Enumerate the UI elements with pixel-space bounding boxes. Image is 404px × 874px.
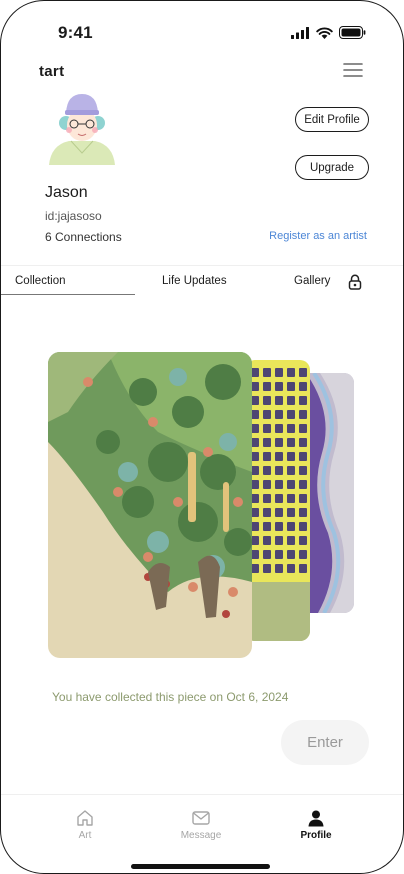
hamburger-menu-icon[interactable] bbox=[343, 62, 363, 78]
upgrade-button[interactable]: Upgrade bbox=[295, 155, 369, 180]
register-artist-link[interactable]: Register as an artist bbox=[269, 230, 367, 242]
artwork-card-garden[interactable] bbox=[48, 352, 252, 658]
home-indicator[interactable] bbox=[131, 864, 270, 869]
tab-collection[interactable]: Collection bbox=[15, 275, 66, 287]
collected-date-note: You have collected this piece on Oct 6, … bbox=[52, 690, 289, 704]
status-icons bbox=[291, 26, 366, 39]
nav-message[interactable]: Message bbox=[166, 809, 236, 841]
nav-profile[interactable]: Profile bbox=[281, 809, 351, 841]
person-icon bbox=[308, 810, 324, 827]
brand-logo: tart bbox=[39, 63, 65, 80]
mail-icon bbox=[192, 811, 210, 825]
tab-active-indicator bbox=[1, 294, 135, 295]
nav-message-label: Message bbox=[180, 830, 222, 841]
status-time: 9:41 bbox=[58, 23, 93, 42]
yellow-grid-painting bbox=[245, 360, 310, 641]
connections-count[interactable]: 6 Connections bbox=[45, 230, 122, 244]
profile-user-id: id:jajasoso bbox=[45, 209, 102, 223]
nav-profile-label: Profile bbox=[300, 830, 332, 841]
edit-profile-button[interactable]: Edit Profile bbox=[295, 107, 369, 132]
lock-icon[interactable] bbox=[347, 274, 363, 290]
enter-button[interactable]: Enter bbox=[281, 720, 369, 765]
garden-painting bbox=[48, 352, 252, 658]
tab-gallery[interactable]: Gallery bbox=[294, 275, 330, 287]
nav-art-label: Art bbox=[78, 830, 92, 841]
tab-life-updates[interactable]: Life Updates bbox=[162, 275, 227, 287]
artwork-card-yellow-grid[interactable] bbox=[245, 360, 310, 641]
home-icon bbox=[77, 810, 93, 826]
avatar bbox=[49, 94, 115, 165]
profile-name: Jason bbox=[45, 184, 88, 201]
phone-frame: 9:41 tart Edit Profile Upgrade Jason id:… bbox=[0, 0, 404, 874]
battery-icon bbox=[339, 26, 366, 39]
profile-tabs: Collection Life Updates Gallery bbox=[1, 265, 403, 296]
signal-icon bbox=[291, 26, 309, 39]
bottom-navigation: Art Message Profile bbox=[1, 794, 403, 873]
wifi-icon bbox=[316, 27, 333, 39]
status-bar: 9:41 bbox=[1, 1, 403, 61]
nav-art[interactable]: Art bbox=[50, 809, 120, 841]
